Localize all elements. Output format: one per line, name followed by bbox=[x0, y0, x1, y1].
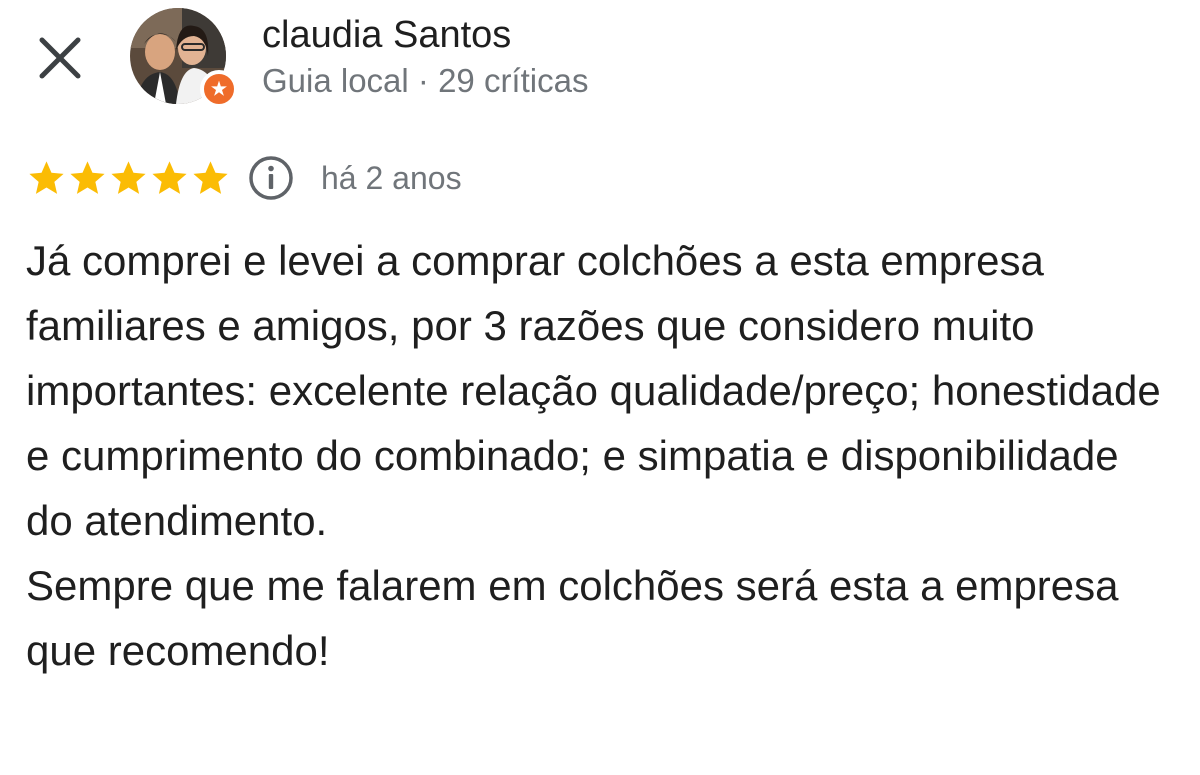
close-button[interactable] bbox=[30, 28, 90, 88]
review-paragraph: Sempre que me falarem em colchões será e… bbox=[26, 562, 1119, 674]
star-icon bbox=[152, 160, 187, 194]
reviewer-name[interactable]: claudia Santos bbox=[262, 12, 511, 58]
star-icon bbox=[111, 160, 146, 194]
local-guide-star-icon bbox=[211, 80, 227, 96]
star-icon bbox=[193, 160, 228, 194]
star-rating bbox=[26, 158, 231, 199]
rating-row: há 2 anos bbox=[26, 152, 462, 204]
reviewer-meta: Guia local · 29 críticas bbox=[262, 62, 589, 99]
reviewer-avatar-container[interactable] bbox=[130, 8, 240, 108]
info-icon[interactable] bbox=[247, 154, 295, 202]
review-paragraph: Já comprei e levei a comprar colchões a … bbox=[26, 237, 1161, 544]
close-icon bbox=[39, 37, 81, 79]
star-icon bbox=[70, 160, 105, 194]
review-text: Já comprei e levei a comprar colchões a … bbox=[26, 228, 1176, 683]
local-guide-badge bbox=[200, 70, 238, 108]
star-icon bbox=[29, 160, 64, 194]
review-date: há 2 anos bbox=[321, 159, 462, 196]
